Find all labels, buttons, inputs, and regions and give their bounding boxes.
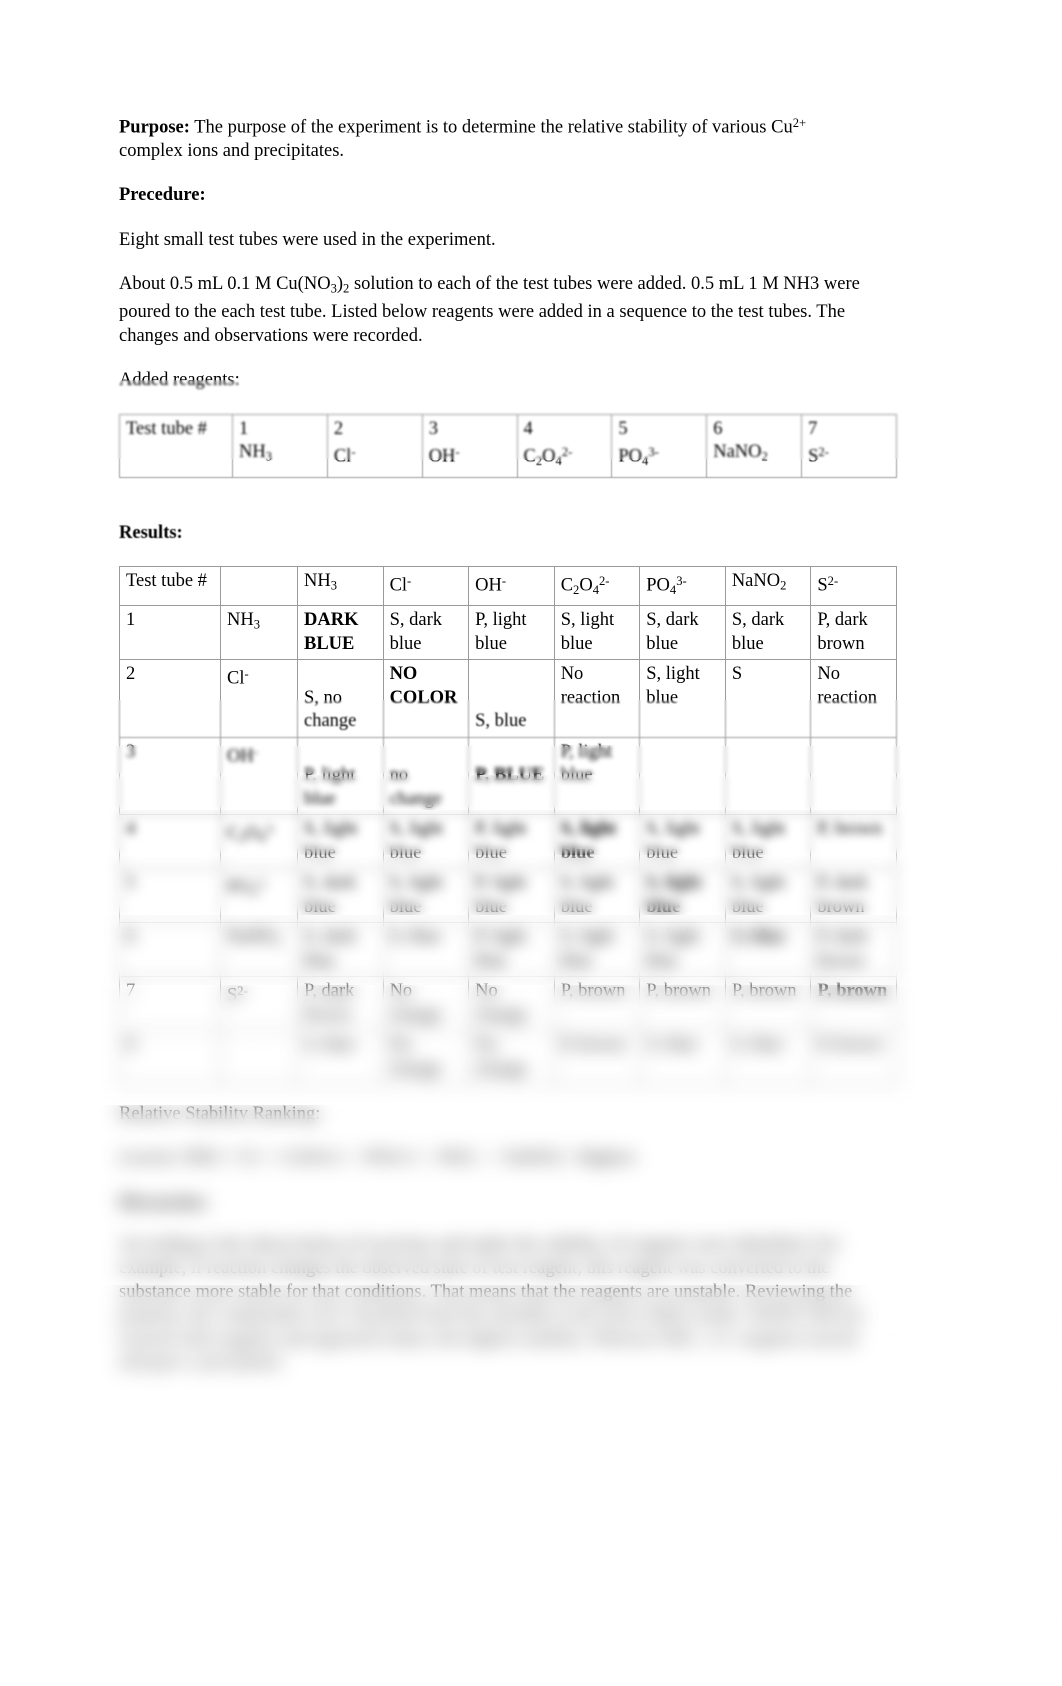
blur-overlay-6 [0, 775, 1062, 810]
procedure-heading: Precedure: [119, 185, 206, 206]
blur-overlay-7 [0, 810, 1062, 855]
blur-overlay-9 [0, 915, 1062, 985]
blur-overlay-4 [0, 700, 1062, 745]
blur-overlay-12 [0, 1285, 1062, 1686]
blur-overlay-3 [0, 540, 1062, 700]
document-page: Purpose: The purpose of the experiment i… [0, 0, 1062, 1686]
blur-overlay-2 [0, 460, 1062, 540]
purpose-paragraph: Purpose: The purpose of the experiment i… [119, 112, 867, 163]
proc-p2-a: About 0.5 mL 0.1 M Cu(NO [119, 274, 331, 295]
purpose-superscript: 2+ [792, 116, 807, 130]
procedure-line-1: Eight small test tubes were used in the … [119, 229, 496, 250]
purpose-label: Purpose: [119, 117, 190, 138]
blur-overlay-5 [0, 745, 1062, 775]
blur-overlay-1 [0, 380, 1062, 460]
purpose-text-b: complex ions and precipitates. [119, 140, 345, 161]
blur-overlay-10 [0, 985, 1062, 1105]
blur-overlay-11 [0, 1105, 1062, 1285]
purpose-text-a: The purpose of the experiment is to dete… [189, 117, 793, 138]
procedure-paragraph-2: About 0.5 mL 0.1 M Cu(NO3)2 solution to … [119, 273, 867, 348]
blur-overlay-8 [0, 855, 1062, 915]
